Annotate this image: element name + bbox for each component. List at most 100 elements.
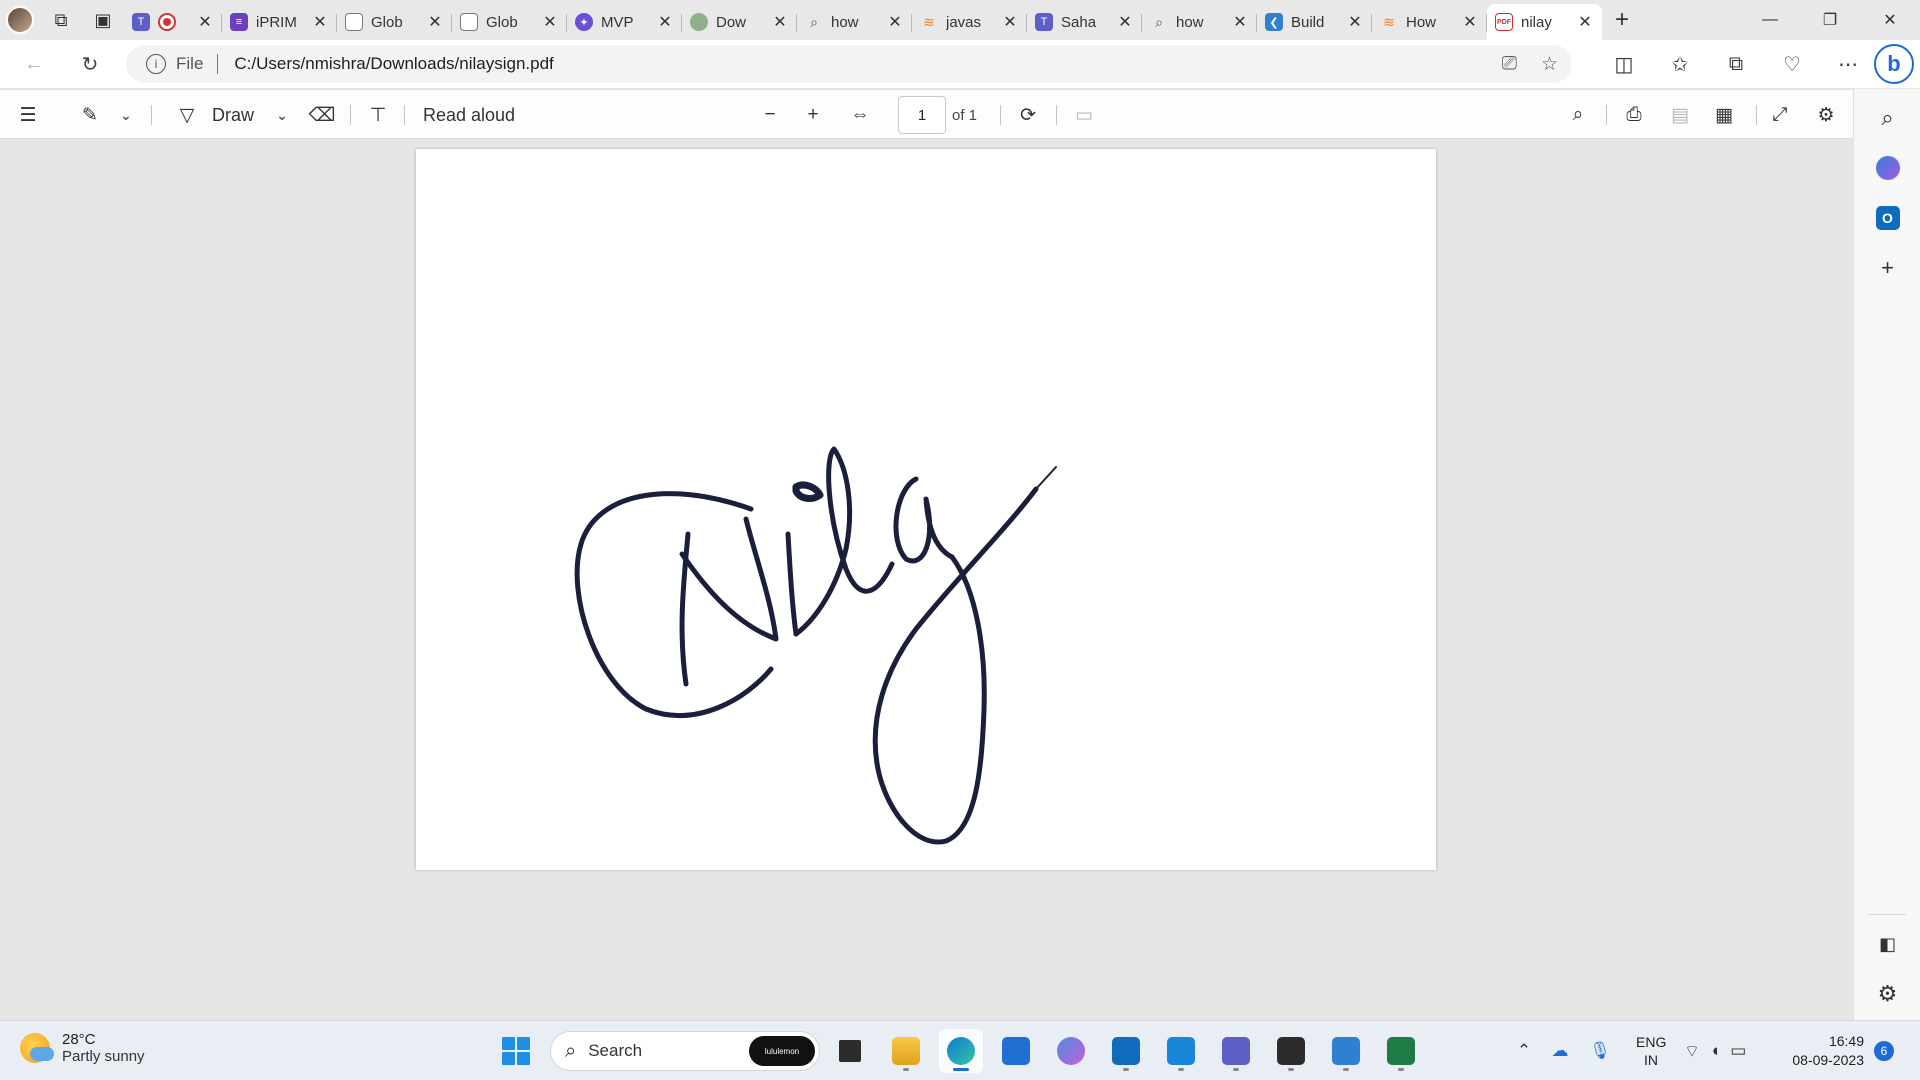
microphone-icon[interactable]: 🎙 — [1580, 1041, 1620, 1061]
close-icon[interactable]: ✕ — [541, 12, 559, 32]
show-hidden-icons-icon[interactable]: ⌃ — [1508, 1041, 1540, 1061]
tab-build[interactable]: ❮ Build ✕ — [1257, 6, 1372, 38]
store-button[interactable] — [994, 1029, 1038, 1073]
more-options-icon[interactable]: ⋯ — [1820, 40, 1876, 88]
outlook-button[interactable] — [1104, 1029, 1148, 1073]
file-explorer-button[interactable] — [884, 1029, 928, 1073]
minimize-icon[interactable]: — — [1740, 0, 1800, 40]
info-icon[interactable]: i — [146, 54, 166, 74]
page-view-icon[interactable]: ▭ — [1066, 90, 1102, 140]
close-icon[interactable]: ✕ — [311, 12, 329, 32]
back-icon[interactable]: ← — [12, 42, 56, 86]
sidebar-settings-icon[interactable]: ⚙ — [1854, 969, 1920, 1019]
split-screen-icon[interactable]: ◫ — [1596, 40, 1652, 88]
new-tab-icon[interactable]: + — [1602, 0, 1642, 40]
lang-line-1: ENG — [1636, 1034, 1667, 1050]
tab-actions-icon[interactable]: ▣ — [82, 0, 124, 40]
tab-iprim[interactable]: ≡ iPRIM ✕ — [222, 6, 337, 38]
add-icon[interactable]: + — [1854, 243, 1920, 293]
page-number-input[interactable]: 1 — [898, 96, 946, 134]
close-icon[interactable]: ✕ — [1116, 12, 1134, 32]
notification-badge[interactable]: 6 — [1874, 1041, 1894, 1061]
restore-icon[interactable]: ❐ — [1800, 0, 1860, 40]
close-icon[interactable]: ✕ — [1576, 12, 1594, 32]
search-icon[interactable]: ⌕ — [1854, 93, 1920, 143]
excel-button[interactable] — [1379, 1029, 1423, 1073]
onedrive-icon[interactable]: ☁ — [1540, 1041, 1580, 1061]
favorites-icon[interactable]: ✩ — [1652, 40, 1708, 88]
bing-chat-icon[interactable]: b — [1874, 44, 1914, 84]
print-icon[interactable]: ⎙ — [1614, 90, 1654, 140]
edge-button[interactable] — [939, 1029, 983, 1073]
close-icon[interactable]: ✕ — [771, 12, 789, 32]
close-icon[interactable]: ✕ — [196, 12, 214, 32]
outlook-icon[interactable]: O — [1854, 193, 1920, 243]
save-icon[interactable]: ▤ — [1660, 90, 1700, 140]
start-button[interactable] — [494, 1029, 538, 1073]
close-icon[interactable]: ✕ — [1231, 12, 1249, 32]
vscode-icon — [1332, 1037, 1360, 1065]
save-as-icon[interactable]: ▦ — [1704, 90, 1744, 140]
task-view-button[interactable] — [828, 1029, 872, 1073]
url-text[interactable]: C:/Users/nmishra/Downloads/nilaysign.pdf — [234, 54, 553, 74]
tab-saha[interactable]: T Saha ✕ — [1027, 6, 1142, 38]
tab-dow[interactable]: Dow ✕ — [682, 6, 797, 38]
copilot-icon[interactable] — [1854, 143, 1920, 193]
tab-javas[interactable]: ≋ javas ✕ — [912, 6, 1027, 38]
tab-how-3[interactable]: ≋ How ✕ — [1372, 6, 1487, 38]
workspaces-icon[interactable]: ⧉ — [40, 0, 82, 40]
refresh-icon[interactable]: ↻ — [68, 42, 112, 86]
read-aloud-button[interactable]: Read aloud — [418, 90, 520, 140]
close-icon[interactable]: ✕ — [426, 12, 444, 32]
fullscreen-icon[interactable]: ⤢ — [1760, 90, 1800, 140]
draw-button[interactable]: Draw — [208, 90, 258, 140]
close-icon[interactable]: ✕ — [656, 12, 674, 32]
close-window-icon[interactable]: ✕ — [1860, 0, 1920, 40]
rotate-icon[interactable]: ⟳ — [1010, 90, 1046, 140]
clock[interactable]: 16:49 08-09-2023 — [1780, 1032, 1864, 1070]
quick-settings[interactable]: ⌔ ◖ ▭ — [1684, 1021, 1746, 1080]
highlight-dropdown-chevron-icon[interactable]: ⌄ — [112, 90, 140, 140]
copilot-button[interactable] — [1049, 1029, 1093, 1073]
find-icon[interactable]: ⌕ — [1558, 90, 1598, 140]
teams-icon — [1222, 1037, 1250, 1065]
teams-button[interactable] — [1214, 1029, 1258, 1073]
browser-essentials-icon[interactable]: ♡ — [1764, 40, 1820, 88]
hide-sidebar-icon[interactable]: ◧ — [1854, 919, 1920, 969]
favorite-star-icon[interactable]: ☆ — [1541, 53, 1558, 76]
tab-glob-1[interactable]: Glob ✕ — [337, 6, 452, 38]
tab-mvp[interactable]: ✦ MVP ✕ — [567, 6, 682, 38]
draw-icon[interactable]: ▽ — [170, 90, 204, 140]
address-bar[interactable]: i File C:/Users/nmishra/Downloads/nilays… — [126, 45, 1572, 83]
profile-button[interactable] — [0, 0, 40, 40]
eraser-icon[interactable]: ⌫ — [304, 90, 340, 140]
contents-icon[interactable]: ☰ — [10, 90, 46, 140]
zoom-in-icon[interactable]: + — [795, 90, 831, 140]
tab-how-1[interactable]: ⌕ how ✕ — [797, 6, 912, 38]
excel-icon — [1387, 1037, 1415, 1065]
weather-widget[interactable]: 28°C Partly sunny — [20, 1031, 145, 1065]
close-icon[interactable]: ✕ — [1346, 12, 1364, 32]
vscode-button[interactable] — [1324, 1029, 1368, 1073]
close-icon[interactable]: ✕ — [1461, 12, 1479, 32]
tab-glob-2[interactable]: Glob ✕ — [452, 6, 567, 38]
close-icon[interactable]: ✕ — [1001, 12, 1019, 32]
fit-to-width-icon[interactable]: ⇔ — [842, 90, 878, 140]
settings-icon[interactable]: ⚙ — [1806, 90, 1846, 140]
tab-nilay-pdf[interactable]: PDF nilay ✕ — [1487, 4, 1602, 40]
tab-teams-recording[interactable]: T ✕ — [124, 6, 222, 38]
app-available-icon[interactable]: ⎚ — [1502, 53, 1517, 75]
add-text-icon[interactable]: ⊤ — [360, 90, 396, 140]
remote-desktop-button[interactable] — [1159, 1029, 1203, 1073]
highlight-icon[interactable]: ✎ — [72, 90, 108, 140]
taskbar-search[interactable]: ⌕ Search lululemon — [550, 1031, 820, 1071]
pdf-viewer[interactable] — [0, 139, 1853, 1020]
terminal-button[interactable] — [1269, 1029, 1313, 1073]
collections-icon[interactable]: ⧉ — [1708, 40, 1764, 88]
tab-how-2[interactable]: ⌕ how ✕ — [1142, 6, 1257, 38]
draw-dropdown-chevron-icon[interactable]: ⌄ — [268, 90, 296, 140]
zoom-out-icon[interactable]: − — [752, 90, 788, 140]
input-language[interactable]: ENG IN — [1636, 1033, 1666, 1069]
search-highlight-promo[interactable]: lululemon — [749, 1036, 815, 1066]
close-icon[interactable]: ✕ — [886, 12, 904, 32]
